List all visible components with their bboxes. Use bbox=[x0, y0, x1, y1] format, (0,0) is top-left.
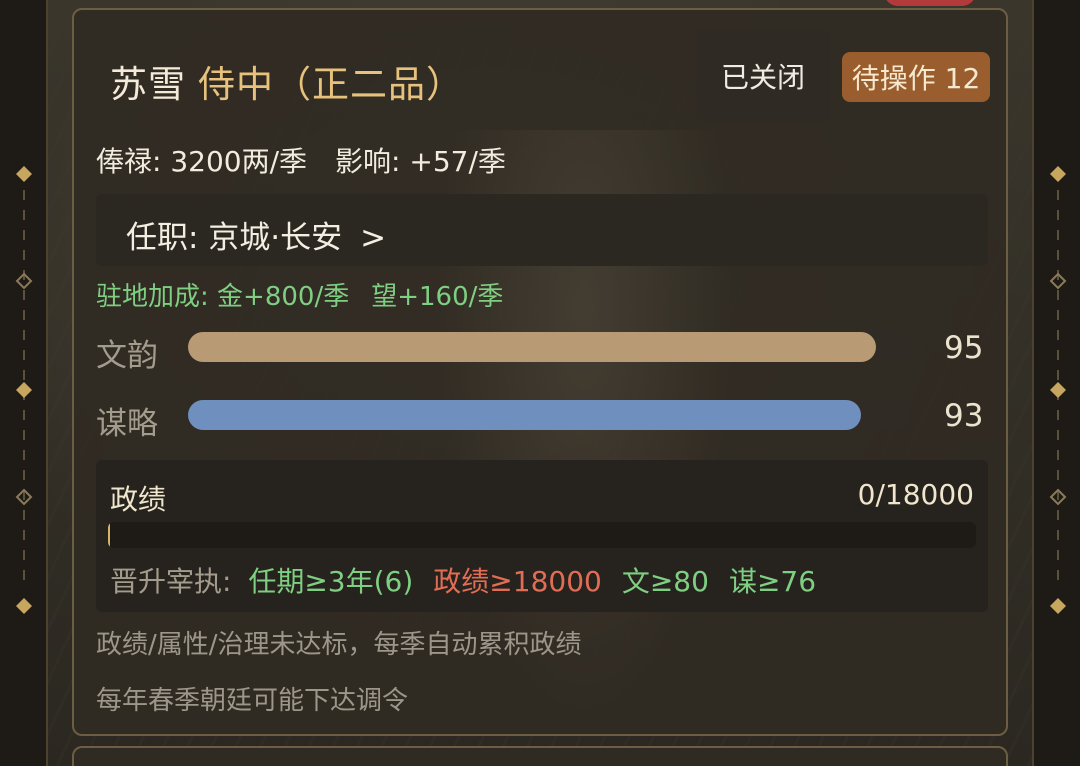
left-ornament-rail bbox=[0, 0, 48, 766]
closed-button[interactable]: 已关闭 bbox=[696, 30, 830, 122]
req-tenure: 任期≥3年(6) bbox=[248, 565, 414, 598]
req-strategy: 谋≥76 bbox=[728, 565, 817, 598]
notification-tab[interactable] bbox=[884, 0, 976, 6]
performance-progress-bar bbox=[108, 522, 976, 548]
location-bonus: 驻地加成: 金+800/季 望+160/季 bbox=[96, 276, 503, 313]
performance-label: 政绩 bbox=[110, 483, 167, 516]
req-performance: 政绩≥18000 bbox=[433, 565, 602, 598]
salary-text: 俸禄: 3200两/季 bbox=[96, 145, 308, 178]
bonus-label: 驻地加成: bbox=[96, 282, 209, 312]
pending-actions-button[interactable]: 待操作 12 bbox=[842, 52, 990, 102]
right-ornament-rail bbox=[1032, 0, 1080, 766]
performance-panel: 政绩 0/18000 晋升宰执: 任期≥3年(6) 政绩≥18000 文≥80 谋≥7… bbox=[96, 460, 988, 612]
post-label: 任职: 京城·长安 bbox=[126, 220, 343, 256]
official-name: 苏雪 bbox=[110, 63, 186, 106]
stat-value-wenyun: 95 bbox=[944, 330, 984, 366]
bonus-gold: 金+800/季 bbox=[217, 282, 350, 312]
note-accumulation: 政绩/属性/治理未达标，每季自动累积政绩 bbox=[96, 630, 582, 660]
official-rank: 侍中（正二品） bbox=[198, 63, 464, 106]
influence-text: 影响: +57/季 bbox=[335, 145, 506, 178]
right-rail-diamonds bbox=[1049, 166, 1067, 614]
stat-label-moulue: 谋略 bbox=[96, 406, 158, 442]
performance-progress-marker bbox=[108, 522, 110, 548]
bonus-prestige: 望+160/季 bbox=[371, 282, 504, 312]
income-line: 俸禄: 3200两/季 影响: +57/季 bbox=[96, 140, 506, 180]
next-card-edge bbox=[72, 746, 1008, 766]
stat-bar-wenyun bbox=[188, 332, 912, 362]
stat-label-wenyun: 文韵 bbox=[96, 338, 158, 374]
req-literary: 文≥80 bbox=[621, 565, 709, 598]
performance-value: 0/18000 bbox=[857, 478, 974, 511]
official-card: 苏雪 侍中（正二品） 已关闭 待操作 12 俸禄: 3200两/季 影响: +57… bbox=[72, 8, 1008, 736]
stat-bar-moulue bbox=[188, 400, 912, 430]
chevron-right-icon: > bbox=[360, 220, 387, 256]
stat-fill-wenyun bbox=[188, 332, 876, 362]
promotion-label: 晋升宰执: bbox=[110, 565, 232, 598]
left-rail-diamonds bbox=[15, 166, 33, 614]
stat-value-moulue: 93 bbox=[944, 398, 984, 434]
note-spring-orders: 每年春季朝廷可能下达调令 bbox=[96, 686, 409, 716]
post-selector[interactable]: 任职: 京城·长安 > bbox=[96, 194, 988, 266]
stat-fill-moulue bbox=[188, 400, 862, 430]
promotion-requirements: 晋升宰执: 任期≥3年(6) 政绩≥18000 文≥80 谋≥76 bbox=[110, 560, 816, 600]
